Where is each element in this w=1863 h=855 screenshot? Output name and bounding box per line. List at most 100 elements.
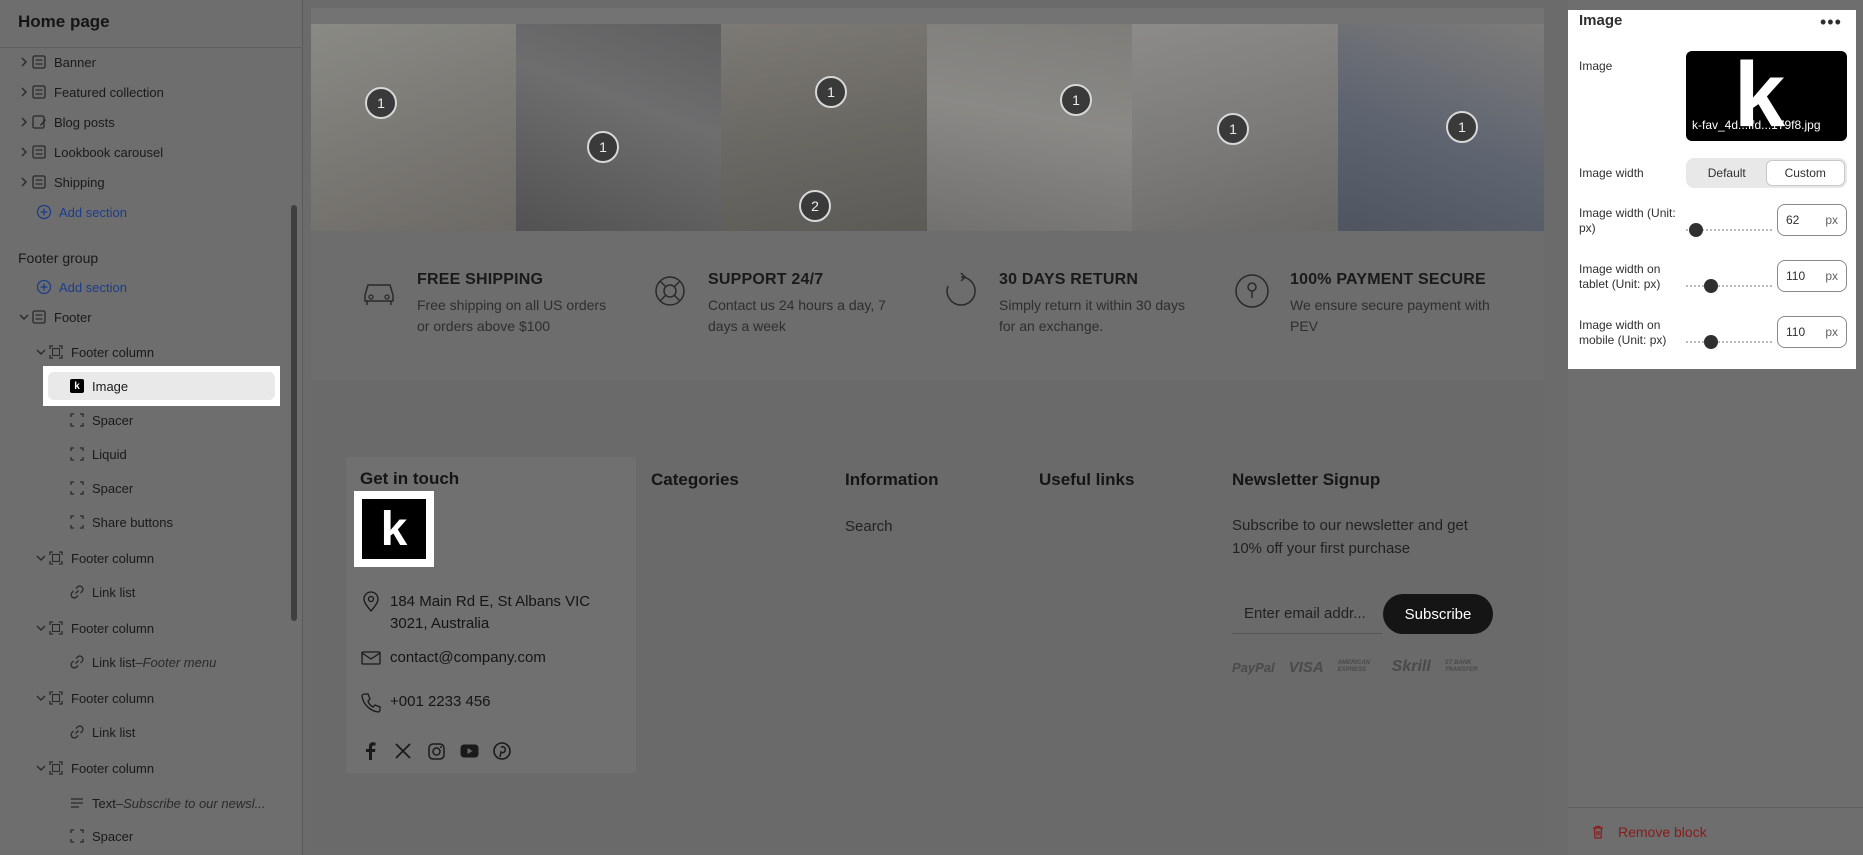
mobile-width-value: 110 [1786, 325, 1806, 339]
chevron-right-icon[interactable] [18, 87, 30, 97]
contact-email-text: contact@company.com [390, 649, 546, 666]
skrill-icon: Skrill [1391, 658, 1431, 675]
information-link-search[interactable]: Search [845, 518, 893, 535]
block-footer-column[interactable]: Footer column [35, 684, 154, 712]
width-px-input[interactable]: 62 px [1777, 204, 1847, 236]
hotspot-marker[interactable]: 1 [1060, 84, 1092, 116]
instagram-icon[interactable] [426, 741, 446, 761]
information-title: Information [845, 470, 939, 489]
image-picker[interactable]: k k-fav_4d...ffd...179f8.jpg [1686, 51, 1847, 141]
block-footer-column[interactable]: Footer column [35, 544, 154, 572]
add-section-button[interactable]: Add section [35, 198, 127, 226]
pinterest-icon[interactable] [492, 741, 512, 761]
block-suffix: Subscribe to our newsl... [123, 795, 266, 811]
block-label: Footer column [71, 690, 155, 706]
section-item-banner[interactable]: Banner [18, 48, 96, 76]
block-link-list-footer-menu[interactable]: Link list – Footer menu [68, 648, 216, 676]
block-liquid[interactable]: Liquid [68, 440, 127, 468]
sidebar-scrollbar[interactable] [291, 205, 297, 621]
mobile-width-input[interactable]: 110 px [1777, 316, 1847, 348]
block-icon [47, 619, 65, 637]
block-label: Image [92, 378, 129, 394]
hotspot-marker[interactable]: 1 [587, 131, 619, 163]
width-px-label: Image width (Unit: px) [1579, 206, 1676, 235]
chevron-right-icon[interactable] [18, 117, 30, 127]
chevron-down-icon[interactable] [35, 624, 47, 632]
chevron-down-icon[interactable] [35, 764, 47, 772]
block-label: Link list [92, 724, 136, 740]
tablet-width-input[interactable]: 110 px [1777, 260, 1847, 292]
slider-thumb[interactable] [1689, 223, 1703, 237]
block-icon [68, 479, 86, 497]
option-default[interactable]: Default [1688, 160, 1766, 186]
chevron-down-icon[interactable] [35, 348, 47, 356]
contact-email[interactable]: contact@company.com [360, 647, 546, 669]
block-dash: – [135, 654, 143, 670]
block-link-list[interactable]: Link list [68, 718, 135, 746]
block-spacer[interactable]: Spacer [68, 406, 133, 434]
chevron-right-icon[interactable] [18, 177, 30, 187]
newsletter-email-input[interactable]: Enter email addr... [1232, 594, 1382, 634]
chevron-down-icon[interactable] [35, 554, 47, 562]
block-footer-column[interactable]: Footer column [35, 614, 154, 642]
chevron-down-icon[interactable] [18, 313, 30, 321]
lookbook-photo: 1 [516, 24, 721, 231]
tablet-width-label: Image width on tablet (Unit: px) [1579, 262, 1661, 291]
section-item-lookbook-carousel[interactable]: Lookbook carousel [18, 138, 163, 166]
more-options-icon[interactable]: ••• [1820, 12, 1842, 33]
block-image[interactable]: k Image [68, 372, 128, 400]
unit-label: px [1825, 325, 1838, 339]
width-px-slider[interactable] [1686, 220, 1772, 240]
youtube-icon[interactable] [459, 741, 479, 761]
footer-logo-selected[interactable]: k [354, 491, 434, 567]
section-label: Lookbook carousel [54, 144, 164, 160]
block-link-list[interactable]: Link list [68, 578, 135, 606]
section-item-featured-collection[interactable]: Featured collection [18, 78, 164, 106]
mobile-width-slider[interactable] [1686, 332, 1772, 352]
block-spacer[interactable]: Spacer [68, 474, 133, 502]
footer-add-section-button[interactable]: Add section [35, 273, 127, 301]
section-item-footer[interactable]: Footer [18, 303, 92, 331]
lookbook-photo: 1 [1132, 24, 1338, 231]
block-spacer[interactable]: Spacer [68, 822, 133, 850]
remove-block-label: Remove block [1618, 823, 1707, 840]
mail-icon [360, 647, 382, 669]
section-label: Featured collection [54, 84, 164, 100]
contact-address-text: 184 Main Rd E, St Albans VIC 3021, Austr… [390, 593, 591, 632]
block-icon [47, 343, 65, 361]
add-section-label: Add section [59, 204, 127, 220]
hotspot-marker[interactable]: 1 [1217, 113, 1249, 145]
feature-title: 30 DAYS RETURN [999, 271, 1139, 288]
social-icons [360, 741, 512, 761]
newsletter-title: Newsletter Signup [1232, 470, 1381, 489]
block-settings-panel: Image ••• Image k k-fav_4d...ffd...179f8… [1568, 0, 1863, 855]
lookbook-strip: 1 1 1 2 1 1 1 [311, 24, 1544, 231]
chevron-right-icon[interactable] [18, 147, 30, 157]
contact-phone[interactable]: +001 2233 456 [360, 691, 491, 713]
hotspot-marker[interactable]: 2 [799, 190, 831, 222]
block-text[interactable]: Text – Subscribe to our newsl... [68, 789, 265, 817]
facebook-icon[interactable] [360, 741, 380, 761]
slider-thumb[interactable] [1704, 335, 1718, 349]
remove-block-button[interactable]: Remove block [1568, 807, 1863, 855]
block-share-buttons[interactable]: Share buttons [68, 508, 173, 536]
slider-thumb[interactable] [1704, 279, 1718, 293]
block-footer-column[interactable]: Footer column [35, 754, 154, 782]
chevron-down-icon[interactable] [35, 694, 47, 702]
block-label: Text [92, 795, 116, 811]
tablet-width-slider[interactable] [1686, 276, 1772, 296]
option-custom[interactable]: Custom [1765, 160, 1845, 186]
width-px-value: 62 [1786, 213, 1800, 227]
image-label: Image [1579, 59, 1613, 73]
hotspot-marker[interactable]: 1 [815, 76, 847, 108]
chevron-right-icon[interactable] [18, 57, 30, 67]
subscribe-button[interactable]: Subscribe [1383, 594, 1493, 634]
section-item-blog-posts[interactable]: Blog posts [18, 108, 115, 136]
hotspot-marker[interactable]: 1 [1446, 111, 1478, 143]
x-twitter-icon[interactable] [393, 741, 413, 761]
get-in-touch-column[interactable]: Get in touch k 184 Main Rd E, St Albans … [346, 457, 636, 773]
block-footer-column[interactable]: Footer column [35, 338, 154, 366]
trash-icon [1590, 824, 1606, 840]
hotspot-marker[interactable]: 1 [365, 87, 397, 119]
section-item-shipping[interactable]: Shipping [18, 168, 105, 196]
